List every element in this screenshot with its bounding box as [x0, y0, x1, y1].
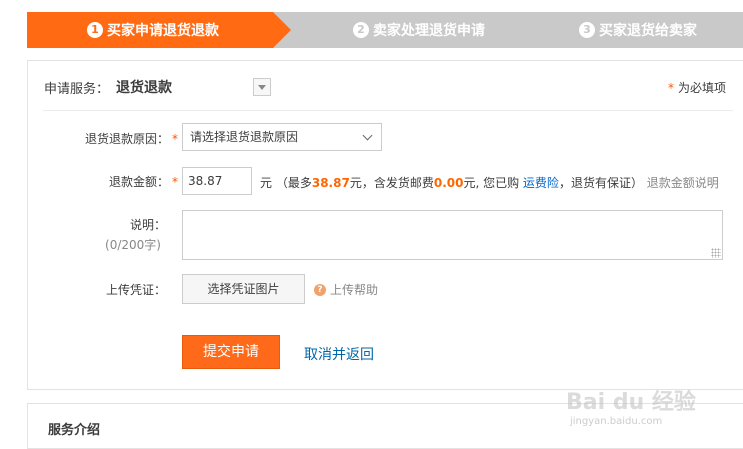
amount-unit: 元: [260, 176, 273, 190]
reason-select-value: 请选择退货退款原因: [190, 130, 299, 144]
description-counter: (0/200字): [105, 238, 161, 252]
amount-label-text: 退款金额：: [108, 175, 169, 189]
upload-help-link[interactable]: ? 上传帮助: [314, 281, 378, 298]
amount-info-prefix: （最多: [275, 176, 312, 190]
service-intro-panel: 服务介绍: [27, 403, 743, 449]
resize-handle-icon[interactable]: [711, 248, 721, 258]
required-star: *: [667, 81, 674, 95]
refund-form-card: 申请服务： 退货退款 * 为必填项 退货退款原因： * 请选择退货退款原因 退款金额…: [27, 60, 743, 390]
reason-label: 退货退款原因： *: [68, 130, 178, 147]
amount-max: 38.87: [311, 176, 350, 190]
question-icon: ?: [314, 283, 326, 296]
freight-insurance-link[interactable]: 运费险: [523, 176, 559, 190]
step-apply-refund: 1 买家申请退货退款: [27, 12, 297, 48]
step-return-goods: 3 买家退货给卖家: [515, 12, 743, 48]
step-number-3: 3: [579, 22, 595, 38]
step-label-3: 买家退货给卖家: [599, 23, 697, 39]
description-label: 说明：: [129, 218, 166, 232]
service-label: 申请服务：: [44, 82, 110, 97]
step-number-2: 2: [353, 22, 369, 38]
service-value: 退货退款: [116, 80, 172, 96]
reason-label-text: 退货退款原因：: [84, 132, 169, 146]
step-label-2: 卖家处理退货申请: [373, 23, 485, 39]
amount-info: 元 （最多38.87元，含发货邮费0.00元, 您已购 运费险，退货有保证） 退…: [260, 174, 719, 191]
amount-info-suffix: ，退货有保证）: [558, 176, 643, 190]
refund-page: 1 买家申请退货退款 2 卖家处理退货申请 3 买家退货给卖家 申请服务： 退货…: [0, 0, 743, 449]
reason-required-star: *: [172, 132, 178, 146]
step-seller-process: 2 卖家处理退货申请: [273, 12, 545, 48]
amount-shipping: 0.00: [433, 176, 464, 190]
description-textarea[interactable]: [182, 210, 723, 260]
submit-button[interactable]: 提交申请: [182, 335, 280, 369]
amount-help-link[interactable]: 退款金额说明: [647, 176, 719, 190]
chevron-down-icon: [362, 130, 373, 141]
reason-select[interactable]: 请选择退货退款原因: [182, 123, 382, 151]
upload-image-button[interactable]: 选择凭证图片: [182, 274, 305, 304]
step-number-1: 1: [87, 22, 103, 38]
service-intro-title: 服务介绍: [48, 423, 101, 438]
required-note: * 为必填项: [668, 79, 726, 96]
upload-label: 上传凭证：: [105, 283, 166, 297]
amount-label: 退款金额： *: [68, 173, 178, 190]
amount-info-mid2: 元, 您已购: [463, 176, 520, 190]
refund-amount-input[interactable]: 38.87: [182, 167, 252, 195]
upload-help-text: 上传帮助: [330, 283, 379, 297]
service-row: 申请服务： 退货退款 * 为必填项: [43, 61, 733, 111]
service-dropdown-toggle[interactable]: [253, 78, 271, 96]
amount-info-mid: 元，含发货邮费: [349, 176, 434, 190]
required-note-text: 为必填项: [677, 81, 726, 95]
step-label-1: 买家申请退货退款: [107, 23, 219, 39]
cancel-return-link[interactable]: 取消并返回: [304, 344, 374, 364]
amount-required-star: *: [172, 175, 178, 189]
progress-stepper: 1 买家申请退货退款 2 卖家处理退货申请 3 买家退货给卖家: [27, 12, 743, 48]
